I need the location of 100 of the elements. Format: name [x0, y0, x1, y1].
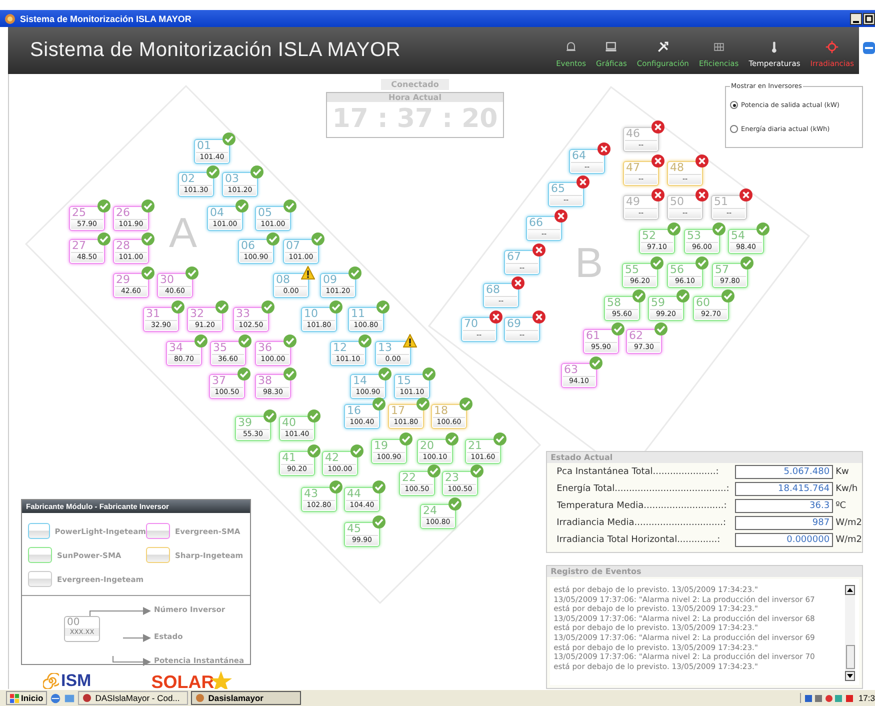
check-circle-icon — [611, 322, 625, 336]
inverter-number: 36 — [257, 342, 273, 354]
inverter-number: 16 — [346, 405, 362, 417]
inverter-number: 13 — [377, 342, 393, 354]
inverter-number: 30 — [159, 274, 175, 286]
scroll-down-icon[interactable] — [845, 671, 855, 681]
inverter-number: 58 — [606, 297, 622, 309]
check-circle-icon — [350, 444, 364, 458]
error-circle-icon — [739, 188, 753, 202]
inverter-number: 43 — [303, 488, 319, 500]
inverter-number: 37 — [211, 375, 227, 387]
check-circle-icon — [348, 266, 362, 280]
error-circle-icon — [554, 209, 568, 223]
check-circle-icon — [376, 300, 390, 314]
inverter-number: 40 — [281, 417, 297, 429]
check-circle-icon — [372, 515, 386, 529]
spiral-logo-icon — [43, 673, 59, 689]
inverter-number: 25 — [71, 207, 87, 219]
check-circle-icon — [372, 480, 386, 494]
check-circle-icon — [97, 232, 111, 246]
check-circle-icon — [378, 367, 392, 381]
inverter-number: 19 — [373, 440, 389, 452]
check-circle-icon — [238, 334, 252, 348]
check-circle-icon — [721, 289, 735, 303]
check-circle-icon — [422, 367, 436, 381]
logo-text: ISM — [61, 671, 92, 689]
check-circle-icon — [358, 334, 372, 348]
check-circle-icon — [632, 289, 646, 303]
error-circle-icon — [651, 120, 665, 134]
check-circle-icon — [263, 409, 277, 423]
inverter-number: 55 — [624, 264, 640, 276]
check-circle-icon — [459, 397, 473, 411]
inverter-number: 53 — [686, 230, 702, 242]
window-title: Sistema de Monitorización ISLA MAYOR — [20, 14, 192, 24]
inverter-number: 50 — [669, 196, 685, 208]
check-circle-icon — [589, 356, 603, 370]
inverter-number: 57 — [714, 264, 730, 276]
radio-button[interactable] — [730, 125, 738, 133]
inverter-number: 06 — [240, 240, 256, 252]
stat-unit: W/m2 — [836, 535, 862, 545]
scroll-up-icon[interactable] — [845, 585, 855, 595]
check-circle-icon — [372, 397, 386, 411]
check-circle-icon — [329, 480, 343, 494]
inverter-number: 23 — [444, 472, 460, 484]
scrollbar[interactable] — [845, 585, 855, 681]
inverter-number: 09 — [322, 274, 338, 286]
maximize-icon[interactable] — [863, 12, 875, 24]
warning-icon — [403, 334, 417, 348]
check-circle-icon — [448, 497, 462, 511]
check-circle-icon — [740, 256, 754, 270]
key-number: 00 — [66, 617, 81, 628]
stat-unit: ºC — [836, 501, 846, 511]
check-circle-icon — [307, 444, 321, 458]
error-circle-icon — [576, 175, 590, 189]
inverter-number: 05 — [257, 207, 273, 219]
check-circle-icon — [712, 222, 726, 236]
error-circle-icon — [532, 310, 546, 324]
check-circle-icon — [283, 334, 297, 348]
logo-text: SOLAR — [151, 672, 214, 689]
inverter-number: 33 — [235, 308, 251, 320]
inverter-number: 11 — [350, 308, 366, 320]
sun-icon — [825, 40, 840, 54]
windows-flag-icon — [10, 694, 19, 702]
check-circle-icon — [222, 132, 236, 146]
stat-field: 5.067.480 — [734, 465, 833, 479]
inverter-number: 62 — [628, 330, 644, 342]
check-circle-icon — [283, 367, 297, 381]
check-circle-icon — [445, 432, 459, 446]
check-circle-icon — [307, 409, 321, 423]
scroll-thumb[interactable] — [846, 645, 854, 669]
check-circle-icon — [427, 464, 441, 478]
inverter-number: 42 — [324, 452, 340, 464]
error-circle-icon — [532, 243, 546, 257]
inverter-number: 41 — [281, 452, 297, 464]
taskbar-button[interactable]: DASIslaMayor - Cod... — [78, 691, 188, 705]
side-button-icon[interactable] — [862, 41, 875, 55]
inverter-number: 28 — [115, 240, 131, 252]
check-circle-icon — [237, 367, 251, 381]
check-circle-icon — [493, 432, 507, 446]
start-button[interactable]: Inicio — [6, 691, 48, 705]
stat-label: Irradiancia Media...............................: — [556, 518, 727, 528]
stat-field: 36.3 — [734, 499, 833, 513]
check-circle-icon — [311, 232, 325, 246]
tools-icon — [656, 40, 670, 54]
taskbar-button[interactable]: Dasislamayor — [191, 691, 302, 705]
minimize-icon[interactable] — [850, 12, 862, 24]
check-circle-icon — [756, 222, 770, 236]
inverter-number: 24 — [422, 505, 438, 517]
monitor-icon — [604, 40, 618, 54]
inverter-number: 56 — [669, 264, 685, 276]
inverter-number: 60 — [695, 297, 711, 309]
clock-label: Hora Actual — [327, 93, 503, 102]
radio-button[interactable] — [730, 101, 738, 109]
inverter-number: 12 — [332, 342, 348, 354]
browser-icon[interactable] — [50, 692, 62, 704]
inverter-number: 26 — [115, 207, 131, 219]
inverter-number: 69 — [506, 318, 522, 330]
check-circle-icon — [283, 199, 297, 213]
check-circle-icon — [194, 334, 208, 348]
inverter-number: 10 — [303, 308, 319, 320]
